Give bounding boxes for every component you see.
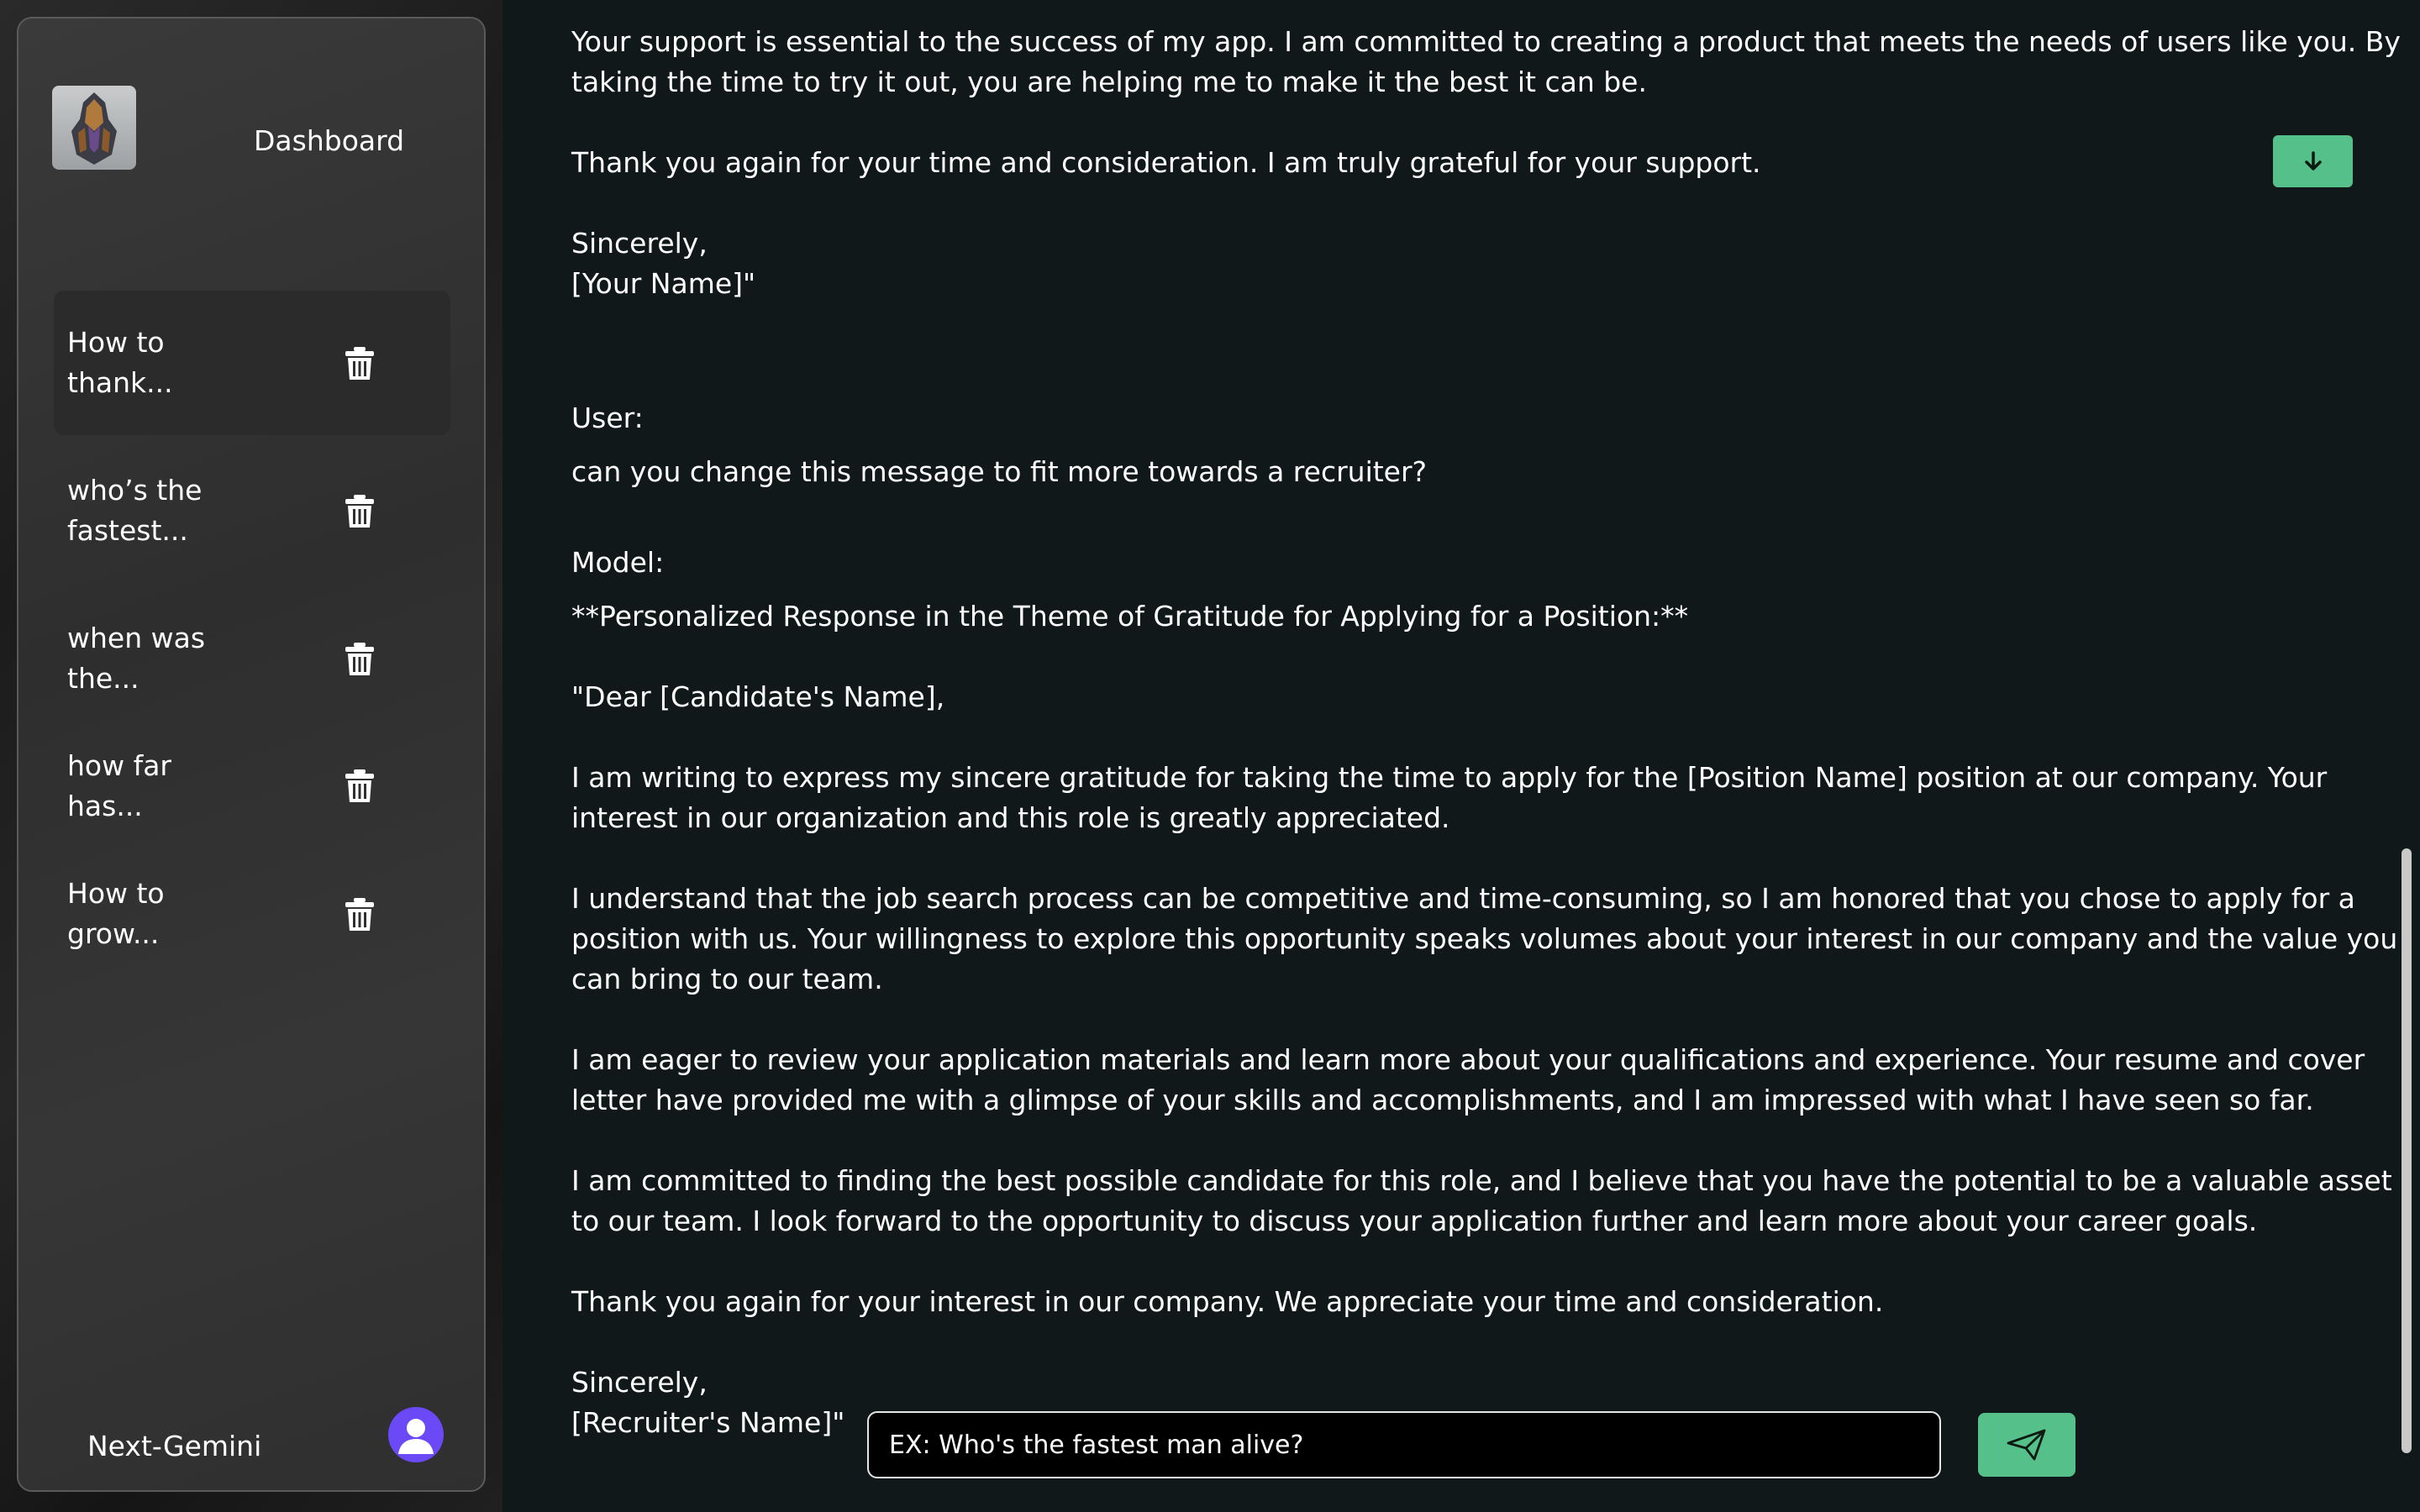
conversation-title-line: the...: [67, 662, 139, 695]
message-text-line: Sincerely,: [571, 1366, 708, 1399]
conversation-item[interactable]: how far has...: [54, 734, 450, 838]
trash-icon[interactable]: [343, 346, 376, 381]
trash-icon[interactable]: [343, 642, 376, 677]
user-avatar-icon[interactable]: [388, 1407, 444, 1462]
dashboard-title: Dashboard: [254, 124, 405, 157]
conversation-title: How to grow...: [67, 842, 252, 986]
conversation-title-line: grow...: [67, 917, 160, 950]
trash-icon[interactable]: [343, 494, 376, 529]
prompt-input[interactable]: [867, 1411, 1941, 1478]
arrow-down-icon: [2304, 151, 2322, 171]
conversation-title-line: thank...: [67, 366, 173, 399]
send-button[interactable]: [1978, 1413, 2075, 1477]
message-text-line: Sincerely,: [571, 227, 708, 260]
message-text-line: to our team. I look forward to the oppor…: [571, 1205, 2258, 1237]
trash-icon[interactable]: [343, 897, 376, 932]
message-text-line: I am writing to express my sincere grati…: [571, 761, 2328, 794]
message-text-line: I understand that the job search process…: [571, 882, 2355, 915]
conversation-item[interactable]: when was the...: [54, 586, 450, 731]
message-text-line: letter have provided me with a glimpse o…: [571, 1084, 2314, 1116]
trash-icon[interactable]: [343, 769, 376, 804]
message-text-line: Thank you again for your time and consid…: [571, 146, 1761, 179]
message-text-line: "Dear [Candidate's Name],: [571, 680, 945, 713]
speaker-label: User:: [571, 402, 644, 434]
warrior-helmet-logo-icon: [71, 92, 117, 165]
conversation-title: how far has...: [67, 734, 252, 838]
conversation-item[interactable]: How to grow...: [54, 842, 450, 986]
sidebar: Dashboard How to thank... who’s the fastest…: [17, 17, 486, 1492]
speaker-label: Model:: [571, 546, 665, 579]
conversation-item[interactable]: who’s the fastest...: [54, 438, 450, 583]
conversation-title-line: when was: [67, 622, 206, 654]
message-text-line: I am eager to review your application ma…: [571, 1043, 2365, 1076]
conversation-title: when was the...: [67, 586, 252, 731]
message-text-line: [Your Name]": [571, 267, 756, 300]
message-text-line: taking the time to try it out, you are h…: [571, 66, 1647, 98]
conversation-title-line: How to: [67, 877, 165, 910]
message-text-line: can you change this message to fit more …: [571, 455, 1428, 488]
conversation-title-line: How to: [67, 326, 165, 359]
scrollbar-thumb[interactable]: [2402, 848, 2412, 1453]
conversation-item[interactable]: How to thank...: [54, 291, 450, 435]
conversation-title-line: who’s the: [67, 474, 203, 507]
conversation-title-line: how far has...: [67, 749, 171, 822]
message-text-line: **Personalized Response in the Theme of …: [571, 600, 1689, 633]
message-text-line: [Recruiter's Name]": [571, 1406, 845, 1439]
message-text-line: position with us. Your willingness to ex…: [571, 922, 2398, 955]
app-logo[interactable]: [52, 86, 136, 170]
conversation-title-line: fastest...: [67, 514, 188, 547]
message-text-line: Your support is essential to the success…: [571, 25, 2401, 58]
message-text-line: I am committed to finding the best possi…: [571, 1164, 2392, 1197]
message-text-line: can bring to our team.: [571, 963, 883, 995]
scroll-down-button[interactable]: [2273, 135, 2353, 187]
conversation-title: who’s the fastest...: [67, 438, 252, 583]
send-paper-plane-icon: [2007, 1429, 2046, 1461]
app-name: Next-Gemini: [87, 1430, 262, 1462]
conversation-title: How to thank...: [67, 291, 252, 435]
message-text-line: Thank you again for your interest in our…: [571, 1285, 1884, 1318]
message-text-line: interest in our organization and this ro…: [571, 801, 1450, 834]
